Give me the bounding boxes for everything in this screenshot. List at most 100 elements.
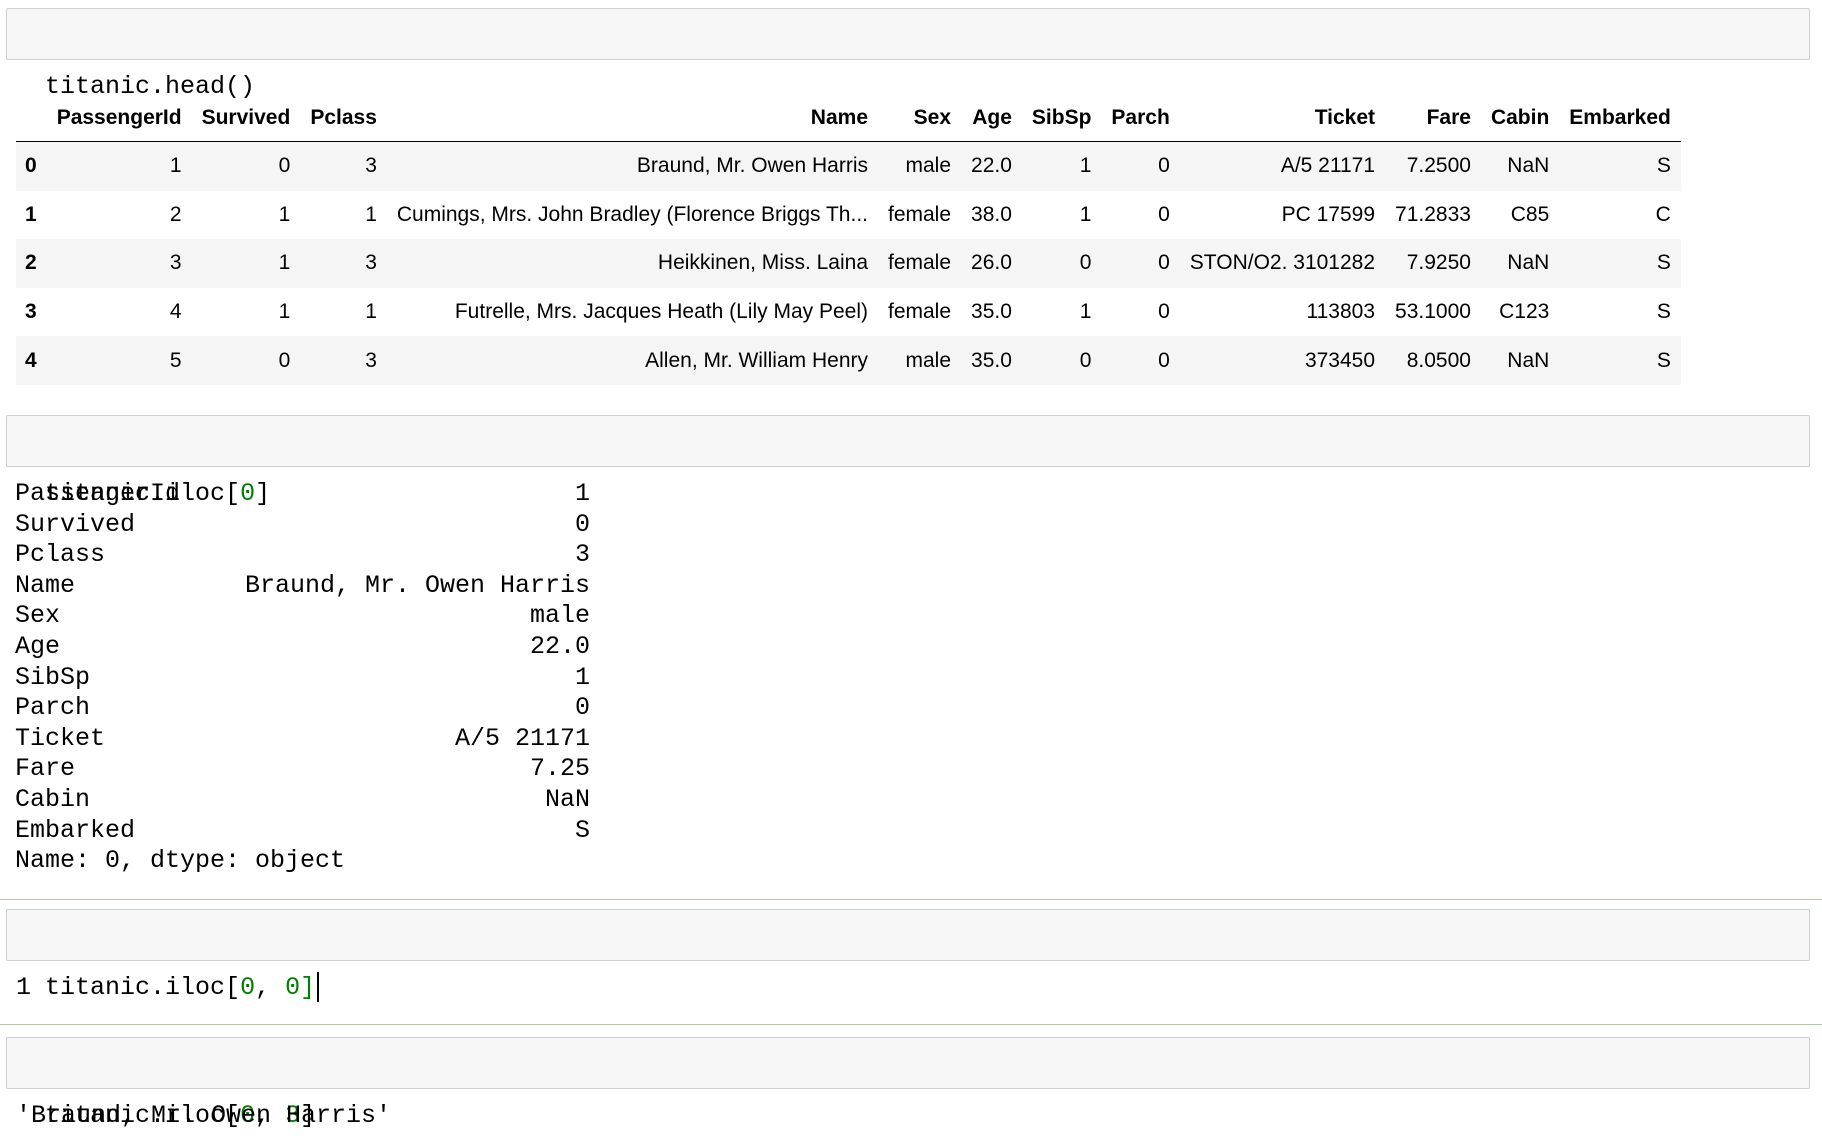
table-cell: 35.0 [971,300,1012,324]
table-cell: Braund, Mr. Owen Harris [636,154,868,178]
series-key: Parch [15,693,91,723]
series-key: Cabin [15,784,91,814]
series-key: Ticket [15,723,106,753]
series-row: Name Braund, Mr. Owen Harris [15,571,590,602]
series-value: 1 [574,662,590,692]
row-index: 2 [25,251,37,275]
series-key: PassengerId [15,479,181,508]
series-row: Fare 7.25 [15,754,590,785]
table-cell: PC 17599 [1281,202,1376,226]
table-cell: STON/O2. 3101282 [1189,251,1376,275]
cell-output-scalar: 1 [16,973,32,1002]
table-row: 1 2 1 1 Cumings, Mrs. John Bradley (Flor… [16,190,1681,240]
table-cell: Heikkinen, Miss. Laina [657,251,868,275]
series-value: A/5 21171 [454,723,590,753]
column-header: Pclass [300,95,387,142]
table-cell: female [888,251,952,275]
table-row: 2 3 1 3 Heikkinen, Miss. Laina female 26… [16,239,1681,288]
dataframe-output: PassengerId Survived Pclass Name Sex Age… [16,95,1681,385]
table-cell: 0 [1079,348,1092,372]
table-cell: S [1656,348,1671,372]
table-cell: 3 [365,154,377,178]
table-cell: 38.0 [971,202,1012,226]
table-cell: A/5 21171 [1280,154,1376,178]
table-cell: 0 [1158,154,1170,178]
series-key: Pclass [15,540,106,570]
code-text: , [255,973,286,1002]
series-row: Age 22.0 [15,632,590,663]
row-index: 0 [25,154,37,178]
series-value: 7.25 [529,754,590,784]
column-header: Age [961,95,1022,142]
table-cell: 7.9250 [1406,251,1471,275]
series-value: 22.0 [529,631,590,661]
table-cell: C123 [1499,300,1550,324]
table-cell: 2 [169,202,182,226]
series-key: Age [15,631,61,661]
series-key: Name [15,570,76,600]
header-row: PassengerId Survived Pclass Name Sex Age… [16,95,1681,142]
table-body: 0 1 0 3 Braund, Mr. Owen Harris male 22.… [16,141,1681,385]
series-value: NaN [544,784,590,814]
code-text: ] [300,973,316,1002]
series-value: 0 [574,509,590,539]
column-header: Name [386,95,878,142]
series-row: Sex male [15,601,590,632]
series-row: Cabin NaN [15,785,590,816]
series-row: Embarked S [15,816,590,847]
row-index: 3 [25,300,37,324]
table-cell: NaN [1507,348,1550,372]
series-row: PassengerId 1 [15,479,590,510]
table-cell: male [905,154,952,178]
table-cell: 0 [1158,251,1170,275]
active-cell-border [0,1024,1822,1025]
table-cell: female [888,300,952,324]
table-cell: C85 [1510,202,1550,226]
table-cell: NaN [1507,154,1550,178]
code-cell-iloc-name[interactable]: titanic.iloc[0, 3] [6,1037,1810,1130]
table-cell: 0 [1158,202,1170,226]
series-output: PassengerId 1 Survived 0 Pclass 3 Name Braun… [15,479,590,877]
table-cell: 1 [1079,154,1092,178]
table-cell: 8.0500 [1406,348,1471,372]
table-cell: 1 [365,300,377,324]
series-footer: Name: 0, dtype: object [15,846,346,876]
table-cell: 0 [1158,300,1170,324]
series-key: Fare [15,754,76,784]
table-cell: 71.2833 [1395,202,1471,226]
table-cell: 26.0 [971,251,1012,275]
code-cell-head[interactable]: titanic.head() [6,8,1810,101]
series-key: Sex [15,601,61,631]
table-cell: 1 [278,300,291,324]
column-header: Sex [878,95,962,142]
column-header-index [16,95,47,142]
dataframe-table: PassengerId Survived Pclass Name Sex Age… [16,95,1681,385]
code-number: 0 [240,973,256,1002]
column-header: SibSp [1021,95,1102,142]
table-cell: 35.0 [971,348,1012,372]
series-value: S [574,815,590,845]
series-row: Survived 0 [15,510,590,541]
table-cell: 0 [278,348,291,372]
code-cell-iloc-scalar[interactable]: titanic.iloc[0, 0] [6,909,1810,1003]
text-cursor [317,972,320,1003]
table-cell: 5 [169,348,182,372]
table-cell: C [1655,202,1671,226]
series-key: Embarked [15,815,136,845]
table-row: 4 5 0 3 Allen, Mr. William Henry male 35… [16,336,1681,385]
code-cell-iloc-row[interactable]: titanic.iloc[0] [6,415,1810,508]
column-header: Survived [191,95,301,142]
column-header: Embarked [1559,95,1681,142]
code-number: 0 [285,973,301,1002]
table-cell: 22.0 [971,154,1012,178]
table-cell: male [905,348,952,372]
table-cell: 1 [365,202,377,226]
column-header: PassengerId [46,95,192,142]
table-cell: Allen, Mr. William Henry [645,348,868,372]
table-cell: 7.2500 [1406,154,1471,178]
series-row: Ticket A/5 21171 [15,724,590,755]
table-header: PassengerId Survived Pclass Name Sex Age… [16,95,1681,142]
table-cell: S [1656,300,1671,324]
table-cell: female [888,202,952,226]
table-cell: 1 [1079,202,1092,226]
